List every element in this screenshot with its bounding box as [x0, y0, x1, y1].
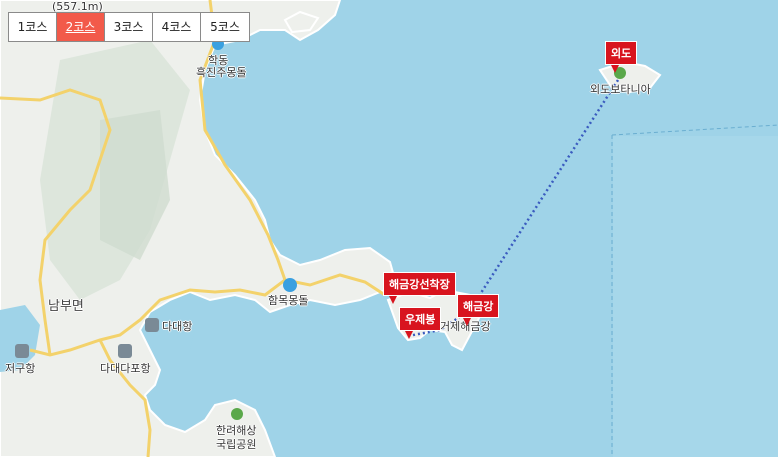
marker-oedo[interactable]: 외도 [605, 41, 638, 73]
dadaedapo-label: 다대다포항 [100, 362, 151, 375]
nambu-label: 남부면 [48, 299, 84, 314]
marker-haegeumgang-label: 해금강 [457, 294, 500, 318]
marker-haegeumgang-dock[interactable]: 해금강선착장 [383, 272, 456, 304]
jeoguhang-label: 저구항 [5, 362, 36, 375]
outer-sea [613, 136, 778, 457]
port-icon [15, 344, 29, 358]
marker-haegeumgang[interactable]: 해금강 [457, 294, 500, 326]
port-icon [145, 318, 159, 332]
tab-course-2[interactable]: 2코스 [57, 13, 105, 41]
oedo-botania-label: 외도보타니아 [590, 83, 651, 96]
port-icon [118, 344, 132, 358]
marker-oedo-label: 외도 [605, 41, 638, 65]
marker-ujebong-label: 우제봉 [399, 307, 442, 331]
tab-course-1[interactable]: 1코스 [9, 13, 57, 41]
course-tabs: 1코스 2코스 3코스 4코스 5코스 [8, 12, 250, 42]
hammok-label: 함목몽돌 [268, 294, 309, 307]
tab-course-4[interactable]: 4코스 [153, 13, 201, 41]
tab-course-3[interactable]: 3코스 [105, 13, 153, 41]
national-park-label: 국립공원 [216, 438, 257, 451]
marker-haegeumgang-dock-label: 해금강선착장 [383, 272, 456, 296]
marker-ujebong[interactable]: 우제봉 [399, 307, 442, 339]
heukjin-label: 흑진주몽돌 [196, 66, 247, 79]
dadaehang-label: 다대항 [162, 320, 193, 333]
park-icon [231, 408, 243, 420]
map-canvas[interactable] [0, 0, 778, 457]
tab-course-5[interactable]: 5코스 [201, 13, 249, 41]
beach-icon [283, 278, 297, 292]
